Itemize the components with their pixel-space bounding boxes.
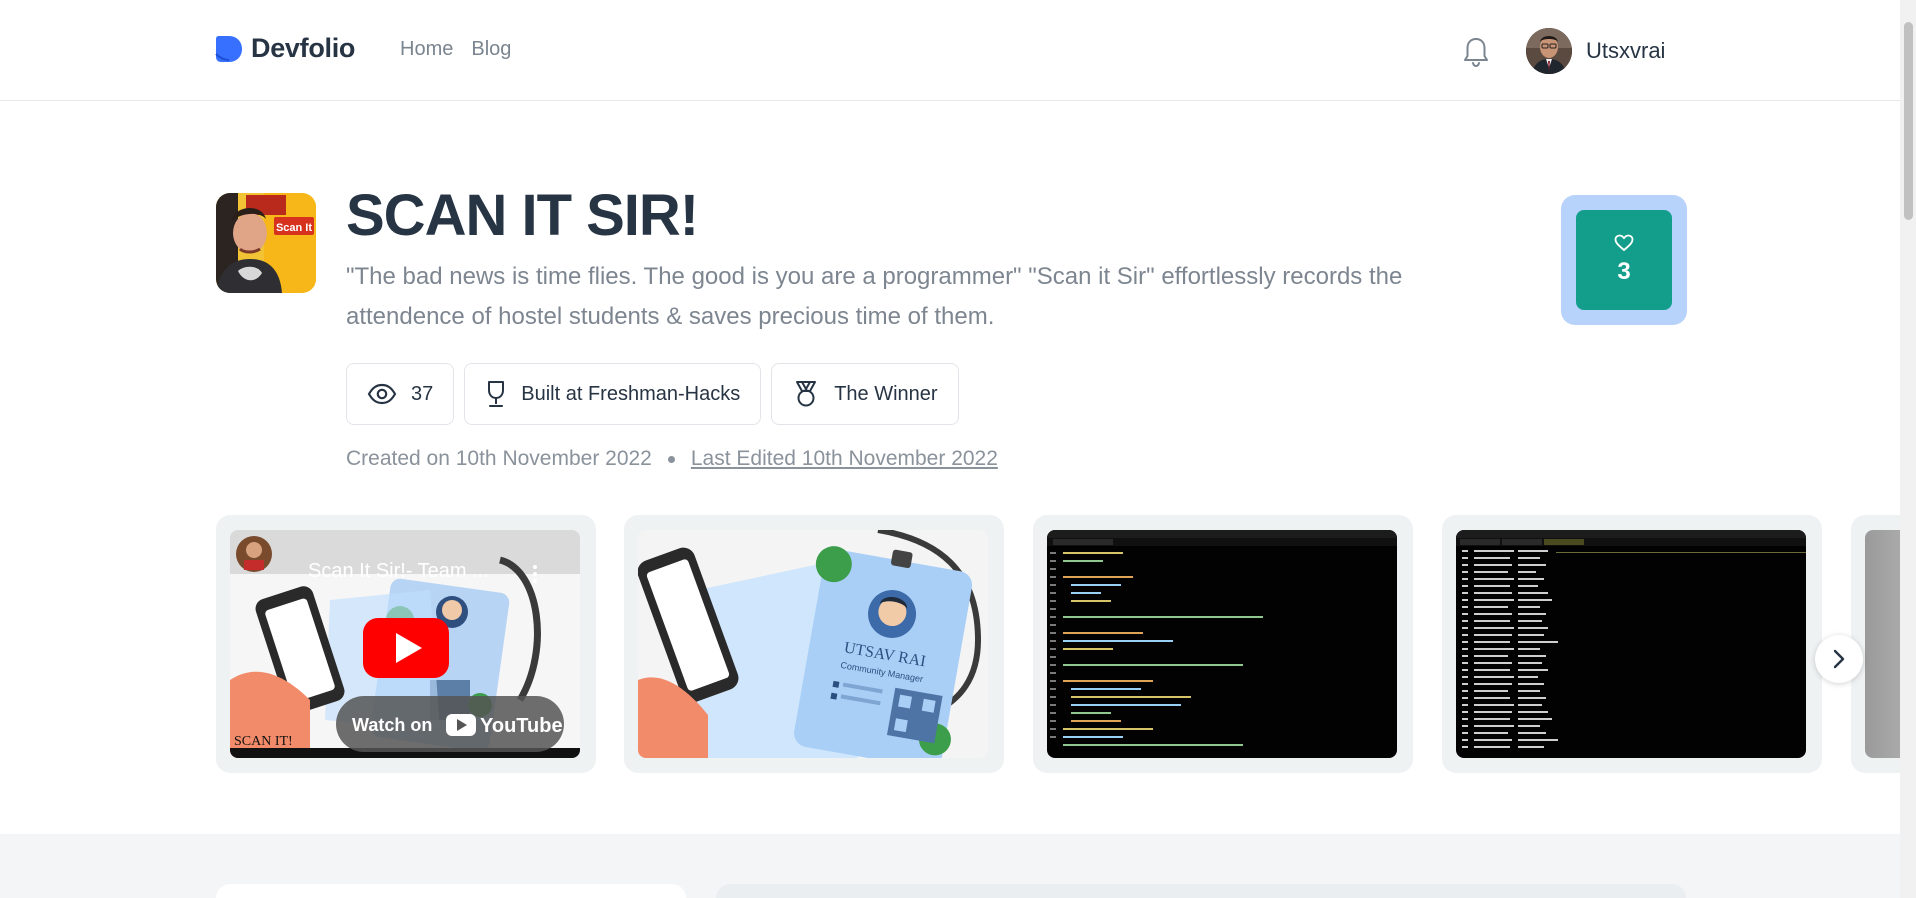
youtube-label: YouTube [480,715,563,737]
gallery-item-code-2[interactable] [1442,515,1822,773]
project-stats: 37 Built at Freshman-Hacks The Winner [346,363,959,425]
nav-blog-link[interactable]: Blog [471,38,511,61]
avatar[interactable] [1526,28,1572,74]
top-navbar: Devfolio Home Blog Utsxvrai [0,0,1900,101]
like-button-container: 3 [1561,195,1687,325]
heart-icon [1614,234,1634,251]
project-tagline: "The bad news is time flies. The good is… [346,263,1403,330]
gallery-image[interactable]: UTSAV RAI Community Manager [638,530,988,758]
project-logo: Scan It [216,193,316,293]
bell-icon[interactable] [1462,35,1490,69]
details-sidebar-card [216,884,686,898]
code-editor-screenshot [1047,530,1397,758]
separator-dot [667,455,675,463]
like-button[interactable]: 3 [1576,210,1672,310]
gallery-image[interactable] [1047,530,1397,758]
gallery-image[interactable] [1865,530,1900,758]
nav-home-link[interactable]: Home [400,38,453,61]
video-title: Scan It Sir!- Team ... [308,560,489,582]
winner-chip: The Winner [771,363,959,425]
gallery-item-video[interactable]: Scan It Sir!- Team ... Watch on YouTube … [216,515,596,773]
eye-icon [367,383,397,405]
medal-icon [796,381,817,407]
gallery-item-image[interactable]: UTSAV RAI Community Manager [624,515,1004,773]
project-logo-image: Scan It [216,193,316,293]
project-dates: Created on 10th November 2022 Last Edite… [346,447,998,471]
devfolio-logo-icon [215,35,242,62]
created-date: Created on 10th November 2022 [346,447,652,470]
video-embed[interactable]: Scan It Sir!- Team ... Watch on YouTube … [230,530,580,758]
media-gallery: Scan It Sir!- Team ... Watch on YouTube … [216,515,1900,773]
user-name: Utsxvrai [1586,38,1666,63]
main-nav: Home Blog [400,38,511,61]
hackathon-chip[interactable]: Built at Freshman-Hacks [464,363,762,425]
last-edited-link[interactable]: Last Edited 10th November 2022 [691,447,998,471]
id-card-illustration: UTSAV RAI Community Manager [638,530,988,758]
terminal-screenshot [1456,530,1806,758]
avatar-image [1526,28,1572,74]
chevron-right-icon [1833,649,1845,669]
play-icon[interactable] [363,618,449,678]
page-scrollbar[interactable] [1900,0,1916,898]
user-menu[interactable]: Utsxvrai [1526,28,1665,74]
video-caption: SCAN IT! [234,734,293,749]
brand-name: Devfolio [251,33,356,63]
project-title: SCAN IT SIR! [346,183,699,248]
views-chip: 37 [346,363,455,425]
gallery-image[interactable] [1456,530,1806,758]
award-label: The Winner [834,382,938,405]
details-main-card [716,884,1686,898]
gallery-item-code-1[interactable] [1033,515,1413,773]
hackathon-label: Built at Freshman-Hacks [521,382,741,405]
devfolio-logo[interactable]: Devfolio [215,33,355,64]
video-thumbnail: Scan It Sir!- Team ... Watch on YouTube … [230,530,580,758]
scrollbar-thumb[interactable] [1904,22,1913,220]
like-count: 3 [1617,258,1631,285]
gallery-next-button[interactable] [1815,635,1863,683]
project-logo-text: Scan It [276,222,312,234]
watch-on-label: Watch on [352,715,432,735]
trophy-icon [488,381,505,407]
views-count: 37 [411,382,434,405]
